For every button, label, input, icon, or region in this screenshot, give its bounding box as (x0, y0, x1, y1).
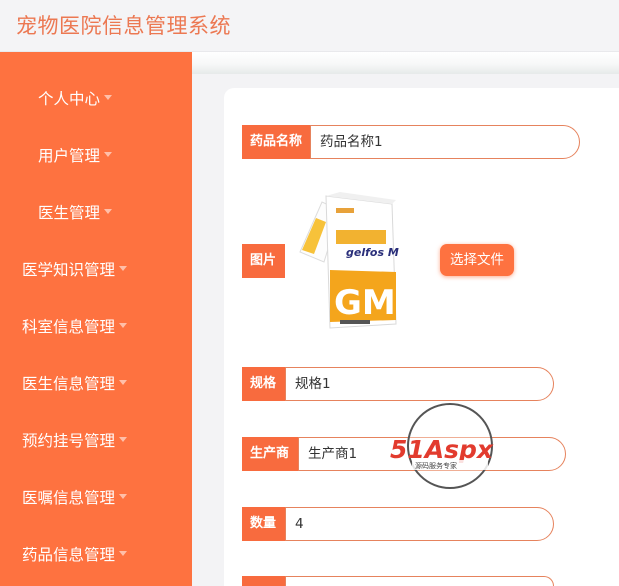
sidebar-item-medical-knowledge[interactable]: 医学知识管理 (22, 250, 128, 290)
sidebar-item-label: 用户管理 (38, 147, 101, 165)
chevron-down-icon (119, 323, 128, 328)
chevron-down-icon (119, 266, 128, 271)
watermark-brand: 51Aspx (390, 435, 494, 464)
sidebar-item-user-management[interactable]: 用户管理 (38, 136, 113, 176)
top-header: 宠物医院信息管理系统 (0, 0, 619, 52)
medicine-product-image: gelfos M GM (299, 192, 399, 329)
chevron-down-icon (104, 95, 113, 100)
sidebar-item-department-info[interactable]: 科室信息管理 (22, 307, 128, 347)
chevron-down-icon (104, 209, 113, 214)
chevron-down-icon (104, 152, 113, 157)
sidebar-item-medical-orders[interactable]: 医嘱信息管理 (22, 478, 128, 518)
spec-input[interactable]: 规格1 (285, 367, 554, 401)
sidebar-item-label: 医生信息管理 (22, 375, 116, 393)
medicine-name-input[interactable]: 药品名称1 (310, 125, 580, 159)
app-title: 宠物医院信息管理系统 (16, 14, 231, 38)
next-field-label (242, 576, 285, 586)
sidebar-item-doctor-management[interactable]: 医生管理 (38, 193, 113, 233)
chevron-down-icon (119, 494, 128, 499)
sidebar-item-label: 医生管理 (38, 204, 101, 222)
svg-text:gelfos M: gelfos M (346, 246, 399, 259)
watermark-tagline: 源码服务专家 (415, 461, 457, 470)
chevron-down-icon (119, 437, 128, 442)
sidebar-item-label: 药品信息管理 (22, 546, 116, 564)
sidebar-item-label: 科室信息管理 (22, 318, 116, 336)
sidebar-item-label: 预约挂号管理 (22, 432, 116, 450)
next-field-input[interactable] (285, 576, 554, 586)
medicine-name-label: 药品名称 (242, 125, 310, 159)
sidebar-item-label: 个人中心 (38, 90, 101, 108)
svg-text:GM: GM (334, 283, 396, 323)
sidebar-item-label: 医嘱信息管理 (22, 489, 116, 507)
sidebar-menu: 个人中心 用户管理 医生管理 医学知识管理 科室信息管理 医生信息管理 预约挂号… (0, 52, 192, 586)
tab-strip (192, 52, 619, 74)
quantity-input[interactable]: 4 (285, 507, 554, 541)
quantity-label: 数量 (242, 507, 285, 541)
sidebar-item-appointment[interactable]: 预约挂号管理 (22, 421, 128, 461)
sidebar-item-medicine-info[interactable]: 药品信息管理 (22, 535, 128, 575)
choose-file-button[interactable]: 选择文件 (440, 244, 514, 276)
watermark-logo: 51Aspx 源码服务专家 (390, 403, 494, 489)
image-label: 图片 (242, 244, 285, 278)
chevron-down-icon (119, 551, 128, 556)
sidebar-item-label: 医学知识管理 (22, 261, 116, 279)
spec-label: 规格 (242, 367, 285, 401)
manufacturer-label: 生产商 (242, 437, 298, 471)
chevron-down-icon (119, 380, 128, 385)
sidebar-item-personal-center[interactable]: 个人中心 (38, 79, 113, 119)
sidebar-item-doctor-info[interactable]: 医生信息管理 (22, 364, 128, 404)
